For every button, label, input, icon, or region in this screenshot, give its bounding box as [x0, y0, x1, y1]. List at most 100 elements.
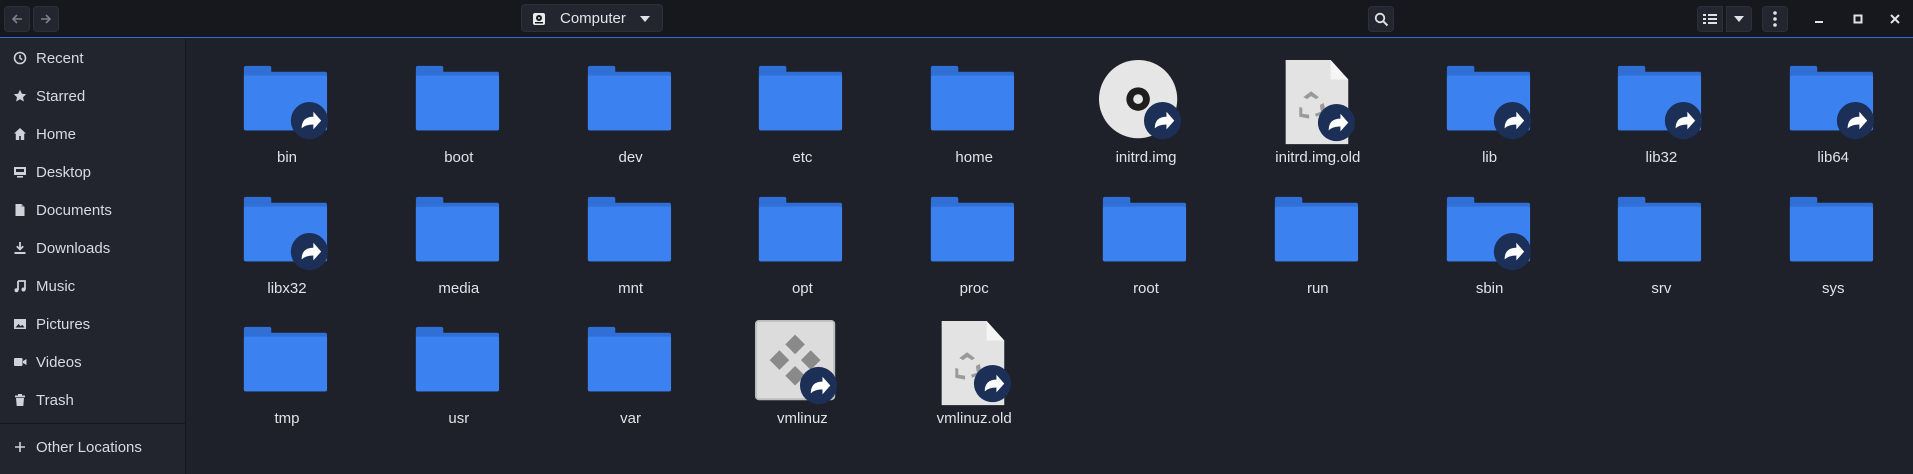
- folder-icon: [1446, 196, 1531, 271]
- file-name: boot: [444, 149, 474, 166]
- folder-icon: [243, 196, 329, 271]
- folder-icon: [759, 65, 843, 131]
- file-item-bin[interactable]: bin: [201, 39, 351, 166]
- symlink-badge-icon: [1143, 102, 1182, 140]
- file-item-sys[interactable]: sys: [1747, 170, 1897, 297]
- folder-icon: [415, 326, 499, 392]
- folder-icon: [587, 196, 671, 262]
- view-mode-button[interactable]: [1697, 6, 1723, 32]
- folder-icon: [1618, 65, 1703, 140]
- location-label: Computer: [560, 10, 626, 27]
- view-options-button[interactable]: [1726, 6, 1752, 32]
- sidebar-item-label: Trash: [36, 391, 74, 409]
- close-button[interactable]: [1885, 9, 1905, 29]
- file-item-etc[interactable]: etc: [716, 39, 866, 166]
- file-name: vmlinuz.old: [936, 410, 1012, 427]
- location-button[interactable]: Computer: [521, 4, 663, 32]
- sidebar-item-other-locations[interactable]: Other Locations: [0, 429, 186, 465]
- search-button[interactable]: [1368, 6, 1394, 32]
- sidebar-item-downloads[interactable]: Downloads: [0, 230, 186, 266]
- file-name: srv: [1651, 280, 1672, 297]
- sidebar-item-videos[interactable]: Videos: [0, 344, 186, 380]
- folder-icon: [587, 65, 671, 131]
- sidebar-item-recent[interactable]: Recent: [0, 40, 186, 76]
- folder-icon: [415, 65, 499, 131]
- video-icon: [12, 354, 28, 370]
- file-name: mnt: [618, 280, 644, 297]
- file-item-lib32[interactable]: lib32: [1575, 39, 1725, 166]
- file-item-vmlinuz-old[interactable]: vmlinuz.old: [888, 300, 1038, 427]
- sidebar-item-home[interactable]: Home: [0, 116, 186, 152]
- folder-icon: [931, 196, 1015, 262]
- file-item-srv[interactable]: srv: [1575, 170, 1725, 297]
- folder-icon: [243, 65, 329, 140]
- symlink-badge-icon: [1493, 102, 1531, 140]
- file-name: etc: [792, 149, 813, 166]
- file-item-vmlinuz[interactable]: vmlinuz: [716, 300, 866, 427]
- folder-icon: [243, 326, 328, 392]
- file-name: tmp: [274, 410, 300, 427]
- file-item-initrd-img[interactable]: initrd.img: [1060, 39, 1210, 166]
- back-button[interactable]: [4, 6, 30, 32]
- file-item-lib[interactable]: lib: [1404, 39, 1554, 166]
- sidebar-item-starred[interactable]: Starred: [0, 78, 186, 114]
- sidebar-item-label: Recent: [36, 49, 84, 67]
- file-item-media[interactable]: media: [373, 170, 523, 297]
- file-item-mnt[interactable]: mnt: [545, 170, 695, 297]
- forward-button[interactable]: [33, 6, 59, 32]
- sidebar-item-documents[interactable]: Documents: [0, 192, 186, 228]
- folder-icon: [1618, 196, 1702, 262]
- symlink-badge-icon: [1317, 103, 1355, 142]
- file-name: lib32: [1645, 149, 1678, 166]
- picture-icon: [12, 316, 28, 332]
- clock-icon: [12, 50, 28, 66]
- list-view-icon: [1703, 14, 1717, 24]
- file-item-tmp[interactable]: tmp: [201, 300, 351, 427]
- sidebar-item-label: Downloads: [36, 239, 111, 257]
- sidebar-item-pictures[interactable]: Pictures: [0, 306, 186, 342]
- file-name: initrd.img: [1115, 149, 1177, 166]
- file-item-usr[interactable]: usr: [373, 300, 523, 427]
- symlink-badge-icon: [290, 233, 329, 271]
- trash-icon: [12, 392, 28, 408]
- file-name: sbin: [1475, 280, 1504, 297]
- file-item-proc[interactable]: proc: [888, 170, 1038, 297]
- home-icon: [12, 126, 28, 142]
- file-item-dev[interactable]: dev: [545, 39, 695, 166]
- file-item-var[interactable]: var: [545, 300, 695, 427]
- minimize-button[interactable]: [1809, 9, 1829, 29]
- file-item-libx32[interactable]: libx32: [201, 170, 351, 297]
- file-item-root[interactable]: root: [1060, 170, 1210, 297]
- main-menu-button[interactable]: [1762, 6, 1788, 32]
- file-item-boot[interactable]: boot: [373, 39, 523, 166]
- sidebar-item-music[interactable]: Music: [0, 268, 186, 304]
- sidebar-item-desktop[interactable]: Desktop: [0, 154, 186, 190]
- file-name: lib: [1482, 149, 1498, 166]
- sidebar-item-label: Desktop: [36, 163, 92, 181]
- file-item-home[interactable]: home: [888, 39, 1038, 166]
- file-item-lib64[interactable]: lib64: [1747, 39, 1897, 166]
- file-name: vmlinuz: [776, 410, 828, 427]
- music-icon: [12, 278, 28, 294]
- file-item-initrd-img-old[interactable]: initrd.img.old: [1232, 39, 1382, 166]
- sidebar-divider: [0, 423, 186, 424]
- sidebar-item-label: Pictures: [36, 315, 91, 333]
- symlink-badge-icon: [1665, 102, 1703, 140]
- kebab-menu-icon: [1773, 11, 1777, 27]
- sidebar-item-label: Music: [36, 277, 76, 295]
- maximize-button[interactable]: [1848, 9, 1868, 29]
- file-item-opt[interactable]: opt: [716, 170, 866, 297]
- file-name: usr: [448, 410, 470, 427]
- file-name: root: [1133, 280, 1159, 297]
- symlink-badge-icon: [290, 102, 329, 140]
- sidebar-item-trash[interactable]: Trash: [0, 382, 186, 418]
- file-item-sbin[interactable]: sbin: [1404, 170, 1554, 297]
- folder-icon: [1446, 65, 1531, 140]
- sidebar: Recent Starred Home Desktop Documents Do…: [0, 39, 186, 474]
- file-name: run: [1306, 280, 1329, 297]
- file-name: opt: [791, 280, 813, 297]
- folder-icon: [1274, 196, 1358, 262]
- folder-icon: [759, 196, 843, 262]
- file-item-run[interactable]: run: [1232, 170, 1382, 297]
- folder-icon: [415, 196, 499, 262]
